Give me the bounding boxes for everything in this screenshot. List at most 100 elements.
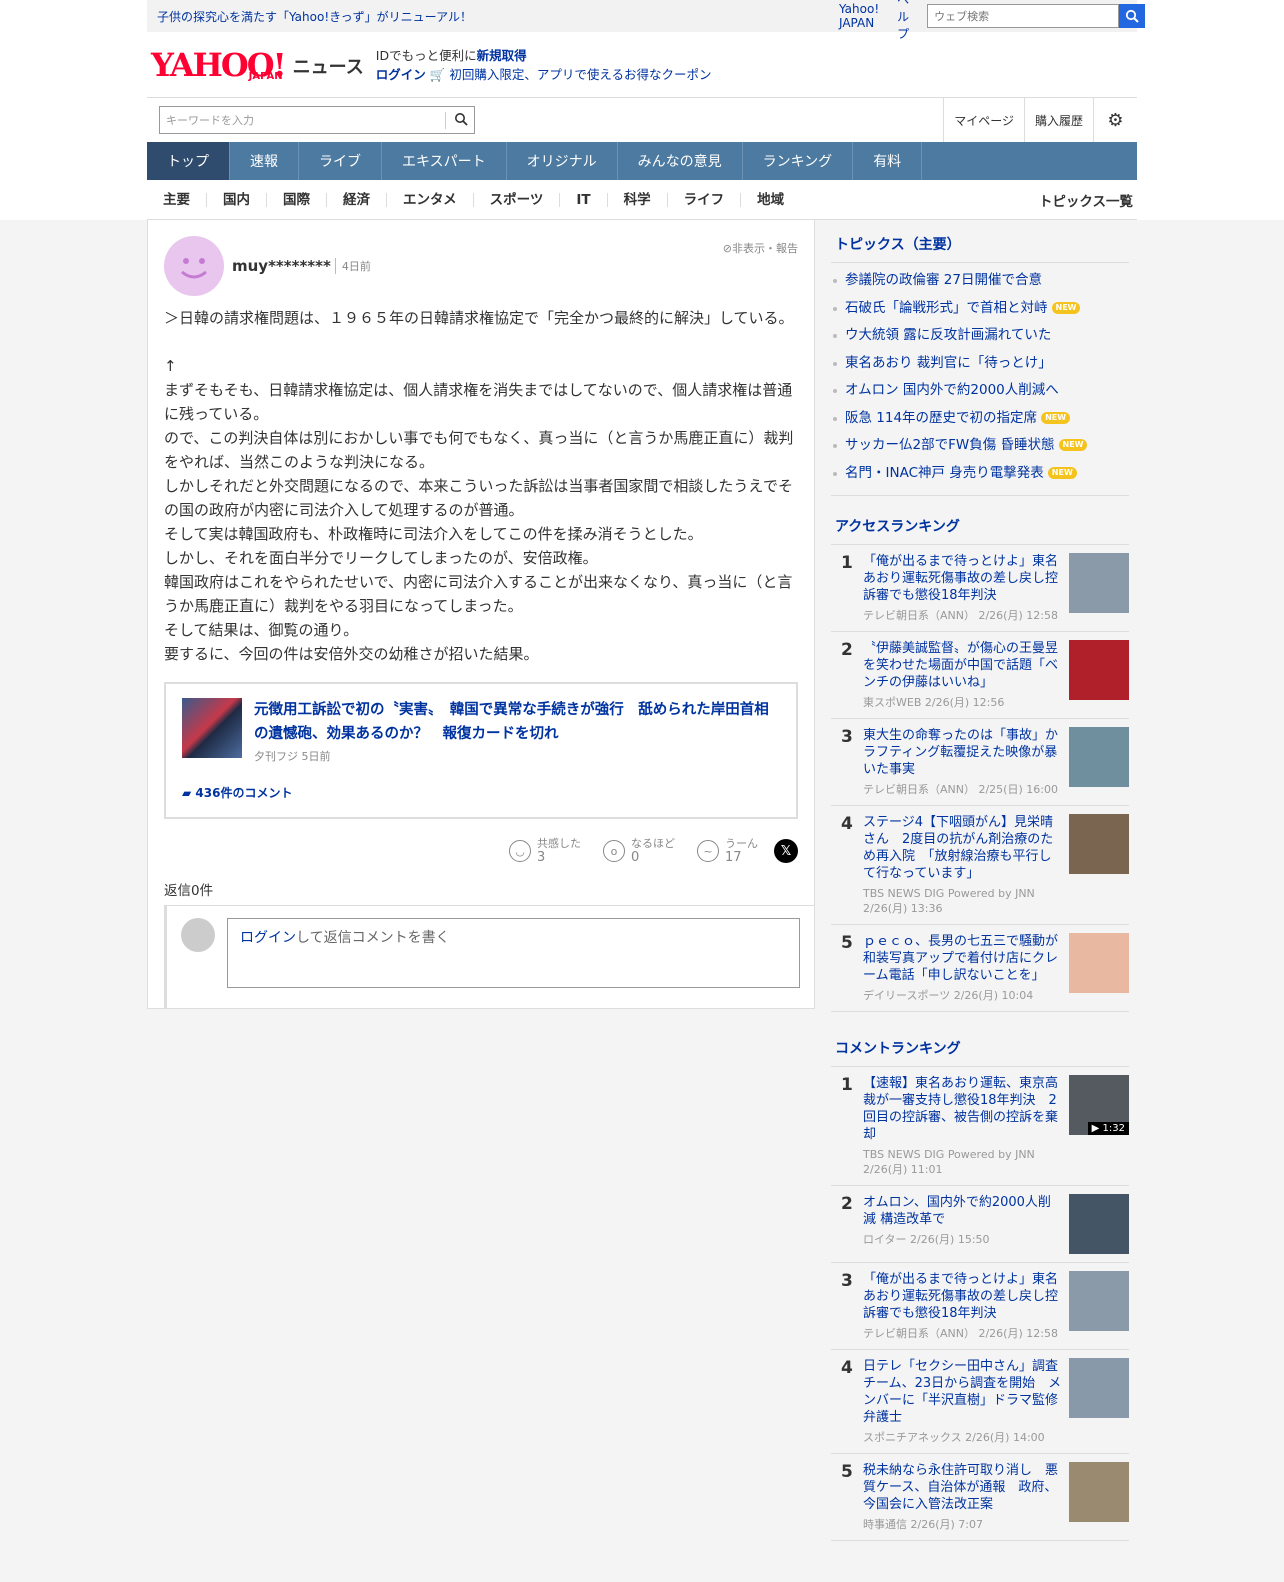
ranking-item[interactable]: 1 【速報】東名あおり運転、東京高裁が一審支持し懲役18年判決 2回目の控訴審、被… [831,1067,1129,1186]
help-link[interactable]: ヘルプ [897,0,909,42]
ranking-item[interactable]: 2 オムロン、国内外で約2000人削減 構造改革で ロイター 2/26(月) 15:… [831,1186,1129,1263]
article-comments-link[interactable]: ▰ 436件のコメント [182,784,780,801]
cat-local[interactable]: 地域 [741,193,800,207]
rank-title[interactable]: 税未納なら永住許可取り消し 悪質ケース、自治体が通報 政府、今国会に入管法改正案 [863,1462,1063,1513]
ranking-item[interactable]: 2 〝伊藤美誠監督〟が傷心の王曼昱を笑わせた場面が中国で話題「ベンチの伊藤はいいね… [831,632,1129,719]
site-header: YAHOO! JAPAN ニュース IDでもっと便利に新規取得 ログイン 🛒 初回購入… [147,32,1137,98]
cat-entertainment[interactable]: エンタメ [387,192,474,207]
nav-opinions[interactable]: みんなの意見 [618,142,743,180]
rank-title[interactable]: 「俺が出るまで待っとけよ」東名あおり運転死傷事故の差し戻し控訴審でも懲役18年判… [863,553,1063,604]
rank-title[interactable]: ｐｅｃｏ、長男の七五三で騒動が和装写真アップで着付け店にクレーム電話「申し訳ない… [863,933,1063,984]
ranking-item[interactable]: 5 税未納なら永住許可取り消し 悪質ケース、自治体が通報 政府、今国会に入管法改正… [831,1454,1129,1541]
block-icon: ⊘ [722,242,732,255]
topic-item[interactable]: 東名あおり 裁判官に「待っとけ」 [831,350,1129,378]
rank-title[interactable]: 東大生の命奪ったのは「事故」かラフティング転覆捉えた映像が暴いた事実 [863,727,1063,778]
register-link[interactable]: 新規取得 [477,48,527,63]
mypage-link[interactable]: マイページ [943,98,1024,142]
web-search-button[interactable] [1119,4,1146,28]
nav-expert[interactable]: エキスパート [382,142,507,180]
nav-breaking[interactable]: 速報 [230,142,299,180]
ranking-item[interactable]: 4 ステージ4【下咽頭がん】見栄晴さん 2度目の抗がん剤治療のため再入院 「放射線… [831,806,1129,925]
hide-report-link[interactable]: ⊘非表示・報告 [723,240,798,256]
insightful-button[interactable]: o なるほど 0 [603,837,675,865]
ranking-item[interactable]: 3 東大生の命奪ったのは「事故」かラフティング転覆捉えた映像が暴いた事実 テレビ朝日… [831,719,1129,806]
yahoo-japan-link[interactable]: Yahoo! JAPAN [839,2,879,30]
rank-title[interactable]: 「俺が出るまで待っとけよ」東名あおり運転死傷事故の差し戻し控訴審でも懲役18年判… [863,1271,1063,1322]
search-icon[interactable] [445,111,468,129]
topic-item[interactable]: 阪急 114年の歴史で初の指定席 NEW [831,405,1129,433]
rank-meta: ロイター 2/26(月) 15:50 [863,1233,990,1246]
rank-meta: 時事通信 2/26(月) 7:07 [863,1518,983,1531]
rank-thumbnail[interactable]: ▶ 1:32 [1069,1075,1129,1135]
web-search-input[interactable] [927,4,1120,28]
related-article-card[interactable]: 元徴用工訴訟で初の〝実害〟 韓国で異常な手続きが強行 舐められた岸田首相の遺憾砲… [164,682,798,819]
rank-title[interactable]: 〝伊藤美誠監督〟が傷心の王曼昱を笑わせた場面が中国で話題「ベンチの伊藤はいいね」 [863,640,1063,691]
rank-title[interactable]: 日テレ「セクシー田中さん」調査チーム、23日から調査を開始 メンバーに「半沢直樹… [863,1358,1063,1426]
username[interactable]: muy******** [232,257,331,275]
topic-item[interactable]: 参議院の政倫審 27日開催で合意 [831,267,1129,295]
cat-world[interactable]: 国際 [267,192,327,207]
ranking-item[interactable]: 1 「俺が出るまで待っとけよ」東名あおり運転死傷事故の差し戻し控訴審でも懲役18年… [831,545,1129,632]
rank-thumbnail[interactable] [1069,1358,1129,1418]
ranking-item[interactable]: 4 日テレ「セクシー田中さん」調査チーム、23日から調査を開始 メンバーに「半沢直… [831,1350,1129,1454]
rank-meta: テレビ朝日系（ANN） 2/26(月) 12:58 [863,609,1058,622]
cat-science[interactable]: 科学 [608,192,668,207]
keyword-search-input[interactable]: キーワードを入力 [159,106,475,134]
rank-thumbnail[interactable] [1069,727,1129,787]
rank-title[interactable]: オムロン、国内外で約2000人削減 構造改革で [863,1194,1063,1228]
x-share-icon[interactable]: 𝕏 [774,839,798,863]
nav-original[interactable]: オリジナル [507,142,618,180]
rank-title[interactable]: 【速報】東名あおり運転、東京高裁が一審支持し懲役18年判決 2回目の控訴審、被告… [863,1075,1063,1143]
nav-top[interactable]: トップ [147,142,230,180]
topics-list: 参議院の政倫審 27日開催で合意 石破氏「論戦形式」で首相と対峙 NEW ウ大統領 露… [831,263,1129,496]
reply-input[interactable]: ログインして返信コメントを書く [227,918,800,988]
article-title[interactable]: 元徴用工訴訟で初の〝実害〟 韓国で異常な手続きが強行 舐められた岸田首相の遺憾砲… [254,698,780,746]
rank-thumbnail[interactable] [1069,640,1129,700]
cat-main[interactable]: 主要 [147,192,207,207]
nav-live[interactable]: ライブ [299,142,382,180]
ranking-item[interactable]: 5 ｐｅｃｏ、長男の七五三で騒動が和装写真アップで着付け店にクレーム電話「申し訳な… [831,925,1129,1012]
rank-thumbnail[interactable] [1069,1194,1129,1254]
nav-ranking[interactable]: ランキング [743,142,854,180]
cat-domestic[interactable]: 国内 [207,192,267,207]
reply-login-link[interactable]: ログイン [240,930,296,946]
rank-thumbnail[interactable] [1069,1271,1129,1331]
rank-thumbnail[interactable] [1069,553,1129,613]
empathize-button[interactable]: ◡ 共感した 3 [509,837,581,865]
sidebar: トピックス（主要） 参議院の政倫審 27日開催で合意 石破氏「論戦形式」で首相と対… [831,220,1129,1541]
yahoo-news-logo[interactable]: YAHOO! JAPAN ニュース [151,49,364,82]
rank-thumbnail[interactable] [1069,814,1129,874]
rank-number: 4 [841,1358,853,1378]
topics-heading: トピックス（主要） [831,220,1129,263]
ranking-item[interactable]: 3 「俺が出るまで待っとけよ」東名あおり運転死傷事故の差し戻し控訴審でも懲役18年… [831,1263,1129,1350]
cart-icon: 🛒 [429,66,446,82]
article-thumbnail[interactable] [182,698,242,758]
topic-item[interactable]: 名門・INAC神戸 身売り電撃発表 NEW [831,460,1129,488]
new-badge: NEW [1041,411,1071,424]
kids-notice-link[interactable]: 子供の探究心を満たす「Yahoo!きっず」がリニューアル！ [157,8,472,25]
topic-item[interactable]: ウ大統領 露に反攻計画漏れていた [831,322,1129,350]
rank-thumbnail[interactable] [1069,1462,1129,1522]
topic-item[interactable]: サッカー仏2部でFW負傷 昏睡状態 NEW [831,432,1129,460]
rank-thumbnail[interactable] [1069,933,1129,993]
cat-sports[interactable]: スポーツ [474,192,561,207]
cat-economy[interactable]: 経済 [327,192,387,207]
reply-count[interactable]: 返信0件 [148,879,814,905]
topic-item[interactable]: 石破氏「論戦形式」で首相と対峙 NEW [831,295,1129,323]
rank-meta: TBS NEWS DIG Powered by JNN 2/26(月) 11:0… [863,1148,1035,1176]
cat-life[interactable]: ライフ [668,192,742,207]
cat-it[interactable]: IT [560,192,608,207]
coupon-link[interactable]: 初回購入限定、アプリで使えるお得なクーポン [449,67,711,82]
purchase-history-link[interactable]: 購入履歴 [1023,98,1093,142]
nav-paid[interactable]: 有料 [853,142,923,180]
topics-list-link[interactable]: トピックス一覧 [1039,190,1133,210]
comment-body: ＞日韓の請求権問題は、１９６５年の日韓請求権協定で「完全かつ最終的に解決」してい… [164,309,794,663]
hmm-button[interactable]: ~ うーん 17 [697,837,758,865]
rank-number: 1 [841,553,853,573]
topic-item[interactable]: オムロン 国内外で約2000人削減へ [831,377,1129,405]
login-link[interactable]: ログイン [376,67,426,82]
rank-meta: 東スポWEB 2/26(月) 12:56 [863,696,1005,709]
gear-icon[interactable]: ⚙ [1093,98,1137,142]
rank-title[interactable]: ステージ4【下咽頭がん】見栄晴さん 2度目の抗がん剤治療のため再入院 「放射線治… [863,814,1063,882]
surprised-icon: o [603,840,625,862]
